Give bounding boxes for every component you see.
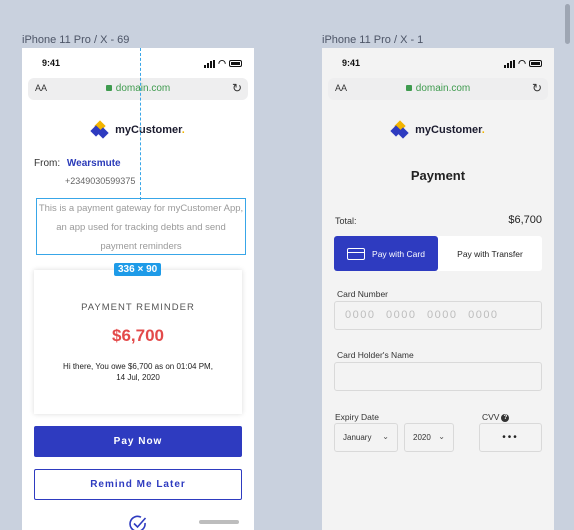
dimension-badge: 336 × 90 (114, 263, 162, 276)
logo-mark-icon (390, 120, 409, 139)
reminder-message: Hi there, You owe $6,700 as on 01:04 PM,… (63, 362, 213, 382)
address-bar[interactable]: AA domain.com ↻ (328, 78, 548, 100)
sender-name: Wearsmute (66, 158, 121, 169)
tab-label: Pay with Card (372, 248, 425, 259)
expiry-label: Expiry Date (335, 412, 379, 422)
reminder-title: PAYMENT REMINDER (81, 302, 195, 313)
status-time: 9:41 (42, 58, 61, 68)
card-number-input[interactable]: 0000 0000 0000 0000 (334, 301, 542, 330)
expiry-month-select[interactable]: January ⌄ (334, 423, 398, 452)
payment-reminder-screen: 9:41 ◠ AA domain.com ↻ myCustomer. From:… (22, 48, 254, 530)
brand-name: myCustomer (115, 124, 182, 136)
status-bar: 9:41 ◠ (22, 56, 254, 70)
credit-card-icon (347, 247, 366, 260)
pay-now-button[interactable]: Pay Now (34, 426, 242, 457)
holder-name-label: Card Holder's Name (337, 350, 414, 360)
brand-dot: . (481, 124, 485, 136)
page-title: Payment (410, 168, 466, 183)
reminder-card: PAYMENT REMINDER $6,700 Hi there, You ow… (34, 270, 242, 414)
battery-icon (229, 60, 242, 67)
brand-name: myCustomer (415, 124, 482, 136)
payment-method-tabs: Pay with Card Pay with Transfer (334, 236, 542, 271)
reload-icon[interactable]: ↻ (532, 81, 542, 95)
check-circle-icon (129, 515, 147, 530)
gateway-description: This is a payment gateway for myCustomer… (36, 198, 246, 255)
wifi-icon: ◠ (218, 58, 226, 68)
cvv-label: CVV (482, 412, 500, 422)
chevron-down-icon: ⌄ (438, 432, 445, 441)
sender-row: From: Wearsmute (34, 158, 121, 169)
address-bar[interactable]: AA domain.com ↻ (28, 78, 248, 100)
status-time: 9:41 (342, 58, 361, 68)
signal-icon (504, 59, 516, 68)
tab-pay-with-transfer[interactable]: Pay with Transfer (438, 236, 542, 271)
total-label: Total: (335, 216, 357, 226)
logo-mark-icon (90, 120, 109, 139)
scrollbar[interactable] (565, 4, 570, 44)
lock-icon (105, 85, 112, 91)
sender-phone: +2349030599375 (65, 176, 136, 186)
info-icon[interactable]: ? (501, 413, 510, 422)
measure-guide (140, 48, 141, 200)
brand-dot: . (181, 124, 185, 136)
lock-icon (405, 85, 412, 91)
card-number-label: Card Number (337, 289, 389, 299)
battery-icon (529, 60, 542, 67)
status-bar: 9:41 ◠ (322, 56, 554, 70)
url-text: domain.com (415, 83, 471, 94)
holder-name-input[interactable] (334, 362, 542, 391)
payment-screen: 9:41 ◠ AA domain.com ↻ myCustomer. Payme… (322, 48, 554, 530)
signal-icon (204, 59, 216, 68)
month-value: January (343, 433, 372, 442)
frame-title-2: iPhone 11 Pro / X - 1 (322, 34, 424, 46)
year-value: 2020 (413, 433, 431, 442)
frame-title-1: iPhone 11 Pro / X - 69 (22, 34, 130, 46)
total-value: $6,700 (508, 214, 542, 226)
reload-icon[interactable]: ↻ (232, 81, 242, 95)
from-label: From: (34, 158, 61, 169)
cvv-label-row: CVV? (482, 412, 510, 422)
expiry-year-select[interactable]: 2020 ⌄ (404, 423, 454, 452)
home-indicator (199, 520, 239, 524)
cvv-input[interactable]: ••• (479, 423, 542, 452)
tab-pay-with-card[interactable]: Pay with Card (334, 236, 438, 271)
remind-later-button[interactable]: Remind Me Later (34, 469, 242, 500)
wifi-icon: ◠ (518, 58, 526, 68)
chevron-down-icon: ⌄ (382, 432, 389, 441)
brand-logo: myCustomer. (322, 120, 554, 140)
url-text: domain.com (115, 83, 171, 94)
brand-logo: myCustomer. (22, 120, 254, 140)
tab-label: Pay with Transfer (457, 248, 523, 259)
amount-due: $6,700 (112, 326, 164, 345)
